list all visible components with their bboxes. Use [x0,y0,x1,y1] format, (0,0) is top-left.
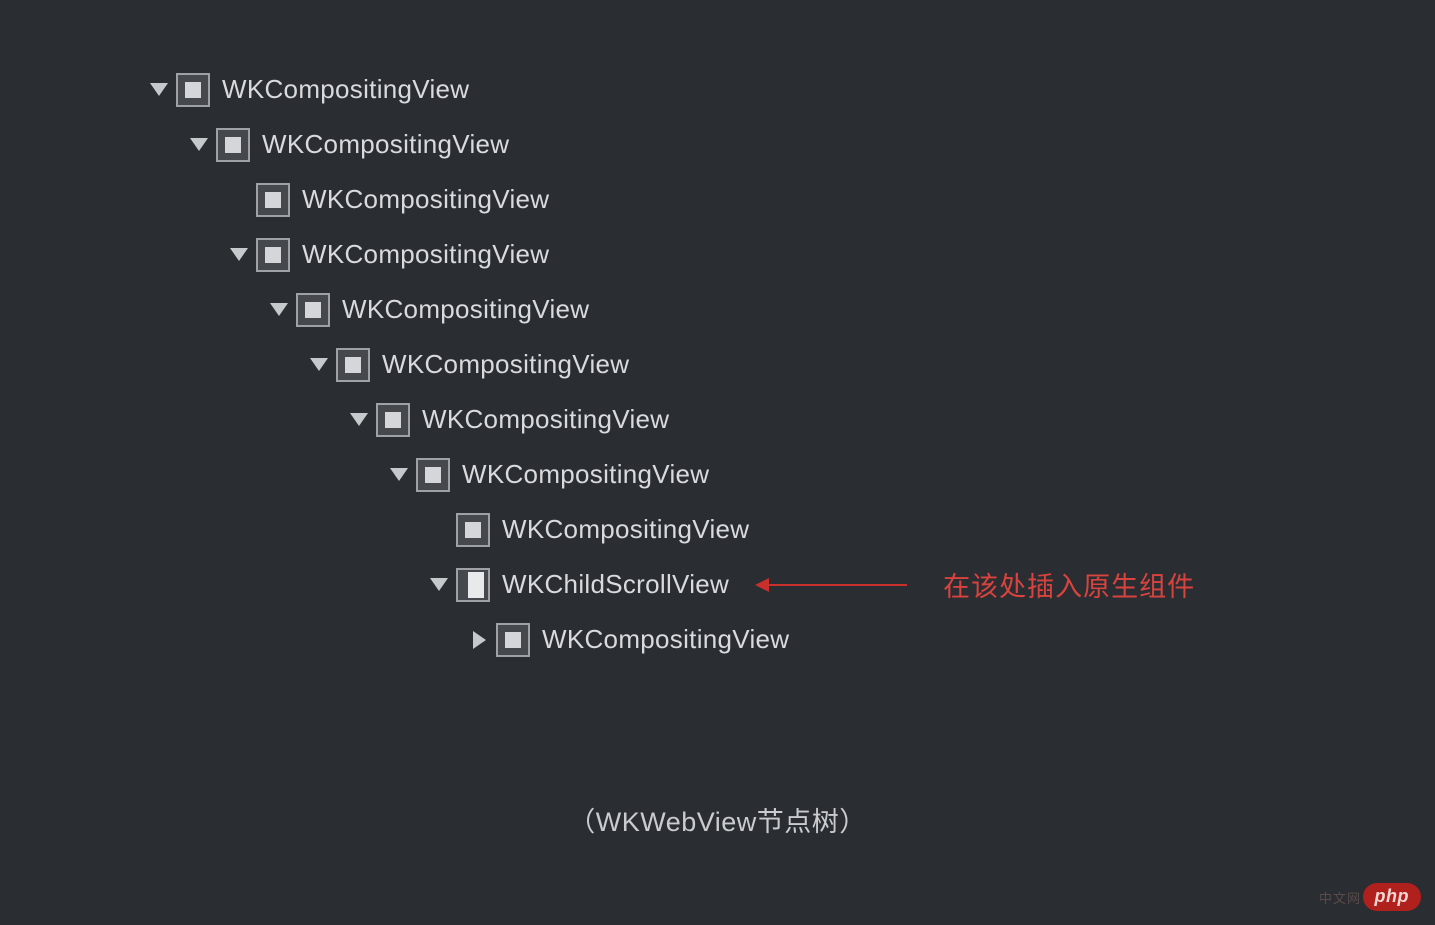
indent-spacer [148,364,188,365]
tree-node-label: WKCompositingView [382,349,629,380]
disclosure-triangle-down-icon[interactable] [148,79,170,101]
indent-spacer [268,639,308,640]
layer-thumbnail-icon [376,403,410,437]
indent-spacer [308,474,348,475]
layer-thumbnail-icon [296,293,330,327]
tree-row[interactable]: WKCompositingView [148,502,1195,557]
annotation-callout: 在该处插入原生组件 [757,565,1195,604]
indent-spacer [228,529,268,530]
indent-spacer [188,364,228,365]
indent-spacer [348,639,388,640]
tree-node-label: WKCompositingView [222,74,469,105]
indent-spacer [268,474,308,475]
tree-node-label: WKCompositingView [462,459,709,490]
indent-spacer [148,639,188,640]
tree-row[interactable]: WKChildScrollView 在该处插入原生组件 [148,557,1195,612]
layer-thumbnail-icon [176,73,210,107]
layer-thumbnail-icon [256,183,290,217]
caption-text: （WKWebView节点树） [0,800,1435,839]
indent-spacer [148,419,188,420]
disclosure-triangle-down-icon[interactable] [188,134,210,156]
indent-spacer [388,639,428,640]
disclosure-triangle-down-icon[interactable] [428,574,450,596]
layer-thumbnail-icon [216,128,250,162]
indent-spacer [228,584,268,585]
indent-spacer [148,144,188,145]
indent-spacer [188,419,228,420]
indent-spacer [148,584,188,585]
tree-row[interactable]: WKCompositingView [148,227,1195,282]
indent-spacer [308,419,348,420]
indent-spacer [228,309,268,310]
layer-thumbnail-icon [456,568,490,602]
disclosure-none [428,519,450,541]
tree-node-label: WKCompositingView [422,404,669,435]
tree-row[interactable]: WKCompositingView [148,612,1195,667]
arrow-left-icon [757,584,907,586]
disclosure-triangle-down-icon[interactable] [348,409,370,431]
layer-thumbnail-icon [416,458,450,492]
indent-spacer [148,529,188,530]
watermark-subtext: 中文网 [1319,888,1361,907]
tree-node-label: WKCompositingView [502,514,749,545]
indent-spacer [188,584,228,585]
disclosure-triangle-down-icon[interactable] [228,244,250,266]
indent-spacer [228,419,268,420]
indent-spacer [148,254,188,255]
indent-spacer [308,529,348,530]
indent-spacer [188,639,228,640]
disclosure-none [228,189,250,211]
watermark-badge: php [1363,883,1422,911]
layer-thumbnail-icon [456,513,490,547]
indent-spacer [388,529,428,530]
indent-spacer [228,364,268,365]
disclosure-triangle-down-icon[interactable] [388,464,410,486]
tree-node-label: WKCompositingView [302,184,549,215]
disclosure-triangle-right-icon[interactable] [468,629,490,651]
indent-spacer [148,309,188,310]
tree-row[interactable]: WKCompositingView [148,337,1195,392]
tree-node-label: WKCompositingView [542,624,789,655]
tree-row[interactable]: WKCompositingView [148,117,1195,172]
indent-spacer [188,474,228,475]
indent-spacer [308,584,348,585]
indent-spacer [388,584,428,585]
layer-thumbnail-icon [496,623,530,657]
indent-spacer [148,199,188,200]
tree-node-label: WKCompositingView [302,239,549,270]
indent-spacer [268,419,308,420]
indent-spacer [148,474,188,475]
view-hierarchy-tree: WKCompositingView WKCompositingView WKComp… [148,62,1195,667]
tree-row[interactable]: WKCompositingView [148,62,1195,117]
indent-spacer [228,474,268,475]
annotation-text: 在该处插入原生组件 [943,565,1195,604]
disclosure-triangle-down-icon[interactable] [268,299,290,321]
indent-spacer [268,584,308,585]
indent-spacer [228,639,268,640]
indent-spacer [428,639,468,640]
tree-row[interactable]: WKCompositingView [148,447,1195,502]
layer-thumbnail-icon [256,238,290,272]
tree-row[interactable]: WKCompositingView [148,392,1195,447]
tree-node-label: WKCompositingView [342,294,589,325]
tree-row[interactable]: WKCompositingView [148,282,1195,337]
indent-spacer [188,254,228,255]
indent-spacer [268,529,308,530]
indent-spacer [348,474,388,475]
indent-spacer [348,584,388,585]
disclosure-triangle-down-icon[interactable] [308,354,330,376]
tree-node-label: WKChildScrollView [502,569,729,600]
indent-spacer [188,529,228,530]
indent-spacer [188,309,228,310]
indent-spacer [348,529,388,530]
tree-node-label: WKCompositingView [262,129,509,160]
indent-spacer [188,199,228,200]
indent-spacer [308,639,348,640]
tree-row[interactable]: WKCompositingView [148,172,1195,227]
layer-thumbnail-icon [336,348,370,382]
indent-spacer [268,364,308,365]
